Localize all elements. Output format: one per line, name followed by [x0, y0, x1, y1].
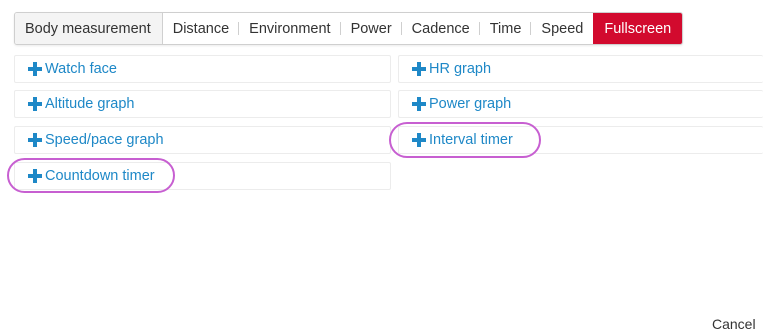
tab-speed[interactable]: Speed	[531, 13, 593, 44]
option-label: Altitude graph	[45, 96, 135, 112]
tab-time[interactable]: Time	[480, 13, 532, 44]
option-altitude-graph[interactable]: Altitude graph	[14, 90, 391, 118]
option-power-graph[interactable]: Power graph	[398, 90, 763, 118]
option-hr-graph[interactable]: HR graph	[398, 55, 763, 83]
plus-icon	[412, 62, 426, 76]
tab-environment[interactable]: Environment	[239, 13, 341, 44]
plus-icon	[412, 97, 426, 111]
plus-icon	[28, 133, 42, 147]
widget-picker: Body measurement Distance Environment Po…	[0, 0, 763, 336]
category-tabs: Body measurement Distance Environment Po…	[14, 12, 684, 45]
option-speed-pace-graph[interactable]: Speed/pace graph	[14, 126, 391, 154]
option-label: Countdown timer	[45, 168, 155, 184]
option-label: Speed/pace graph	[45, 132, 164, 148]
option-interval-timer[interactable]: Interval timer	[398, 126, 763, 154]
tab-distance[interactable]: Distance	[163, 13, 240, 44]
plus-icon	[412, 133, 426, 147]
tab-power[interactable]: Power	[341, 13, 402, 44]
option-label: Watch face	[45, 61, 117, 77]
tab-fullscreen[interactable]: Fullscreen	[593, 13, 683, 44]
option-label: HR graph	[429, 61, 492, 77]
option-watch-face[interactable]: Watch face	[14, 55, 391, 83]
plus-icon	[28, 97, 42, 111]
plus-icon	[28, 62, 42, 76]
option-label: Power graph	[429, 96, 512, 112]
tab-body-measurement[interactable]: Body measurement	[15, 13, 163, 44]
cancel-button[interactable]: Cancel	[712, 316, 756, 332]
plus-icon	[28, 169, 42, 183]
tab-cadence[interactable]: Cadence	[402, 13, 480, 44]
option-label: Interval timer	[429, 132, 513, 148]
option-countdown-timer[interactable]: Countdown timer	[14, 162, 391, 190]
